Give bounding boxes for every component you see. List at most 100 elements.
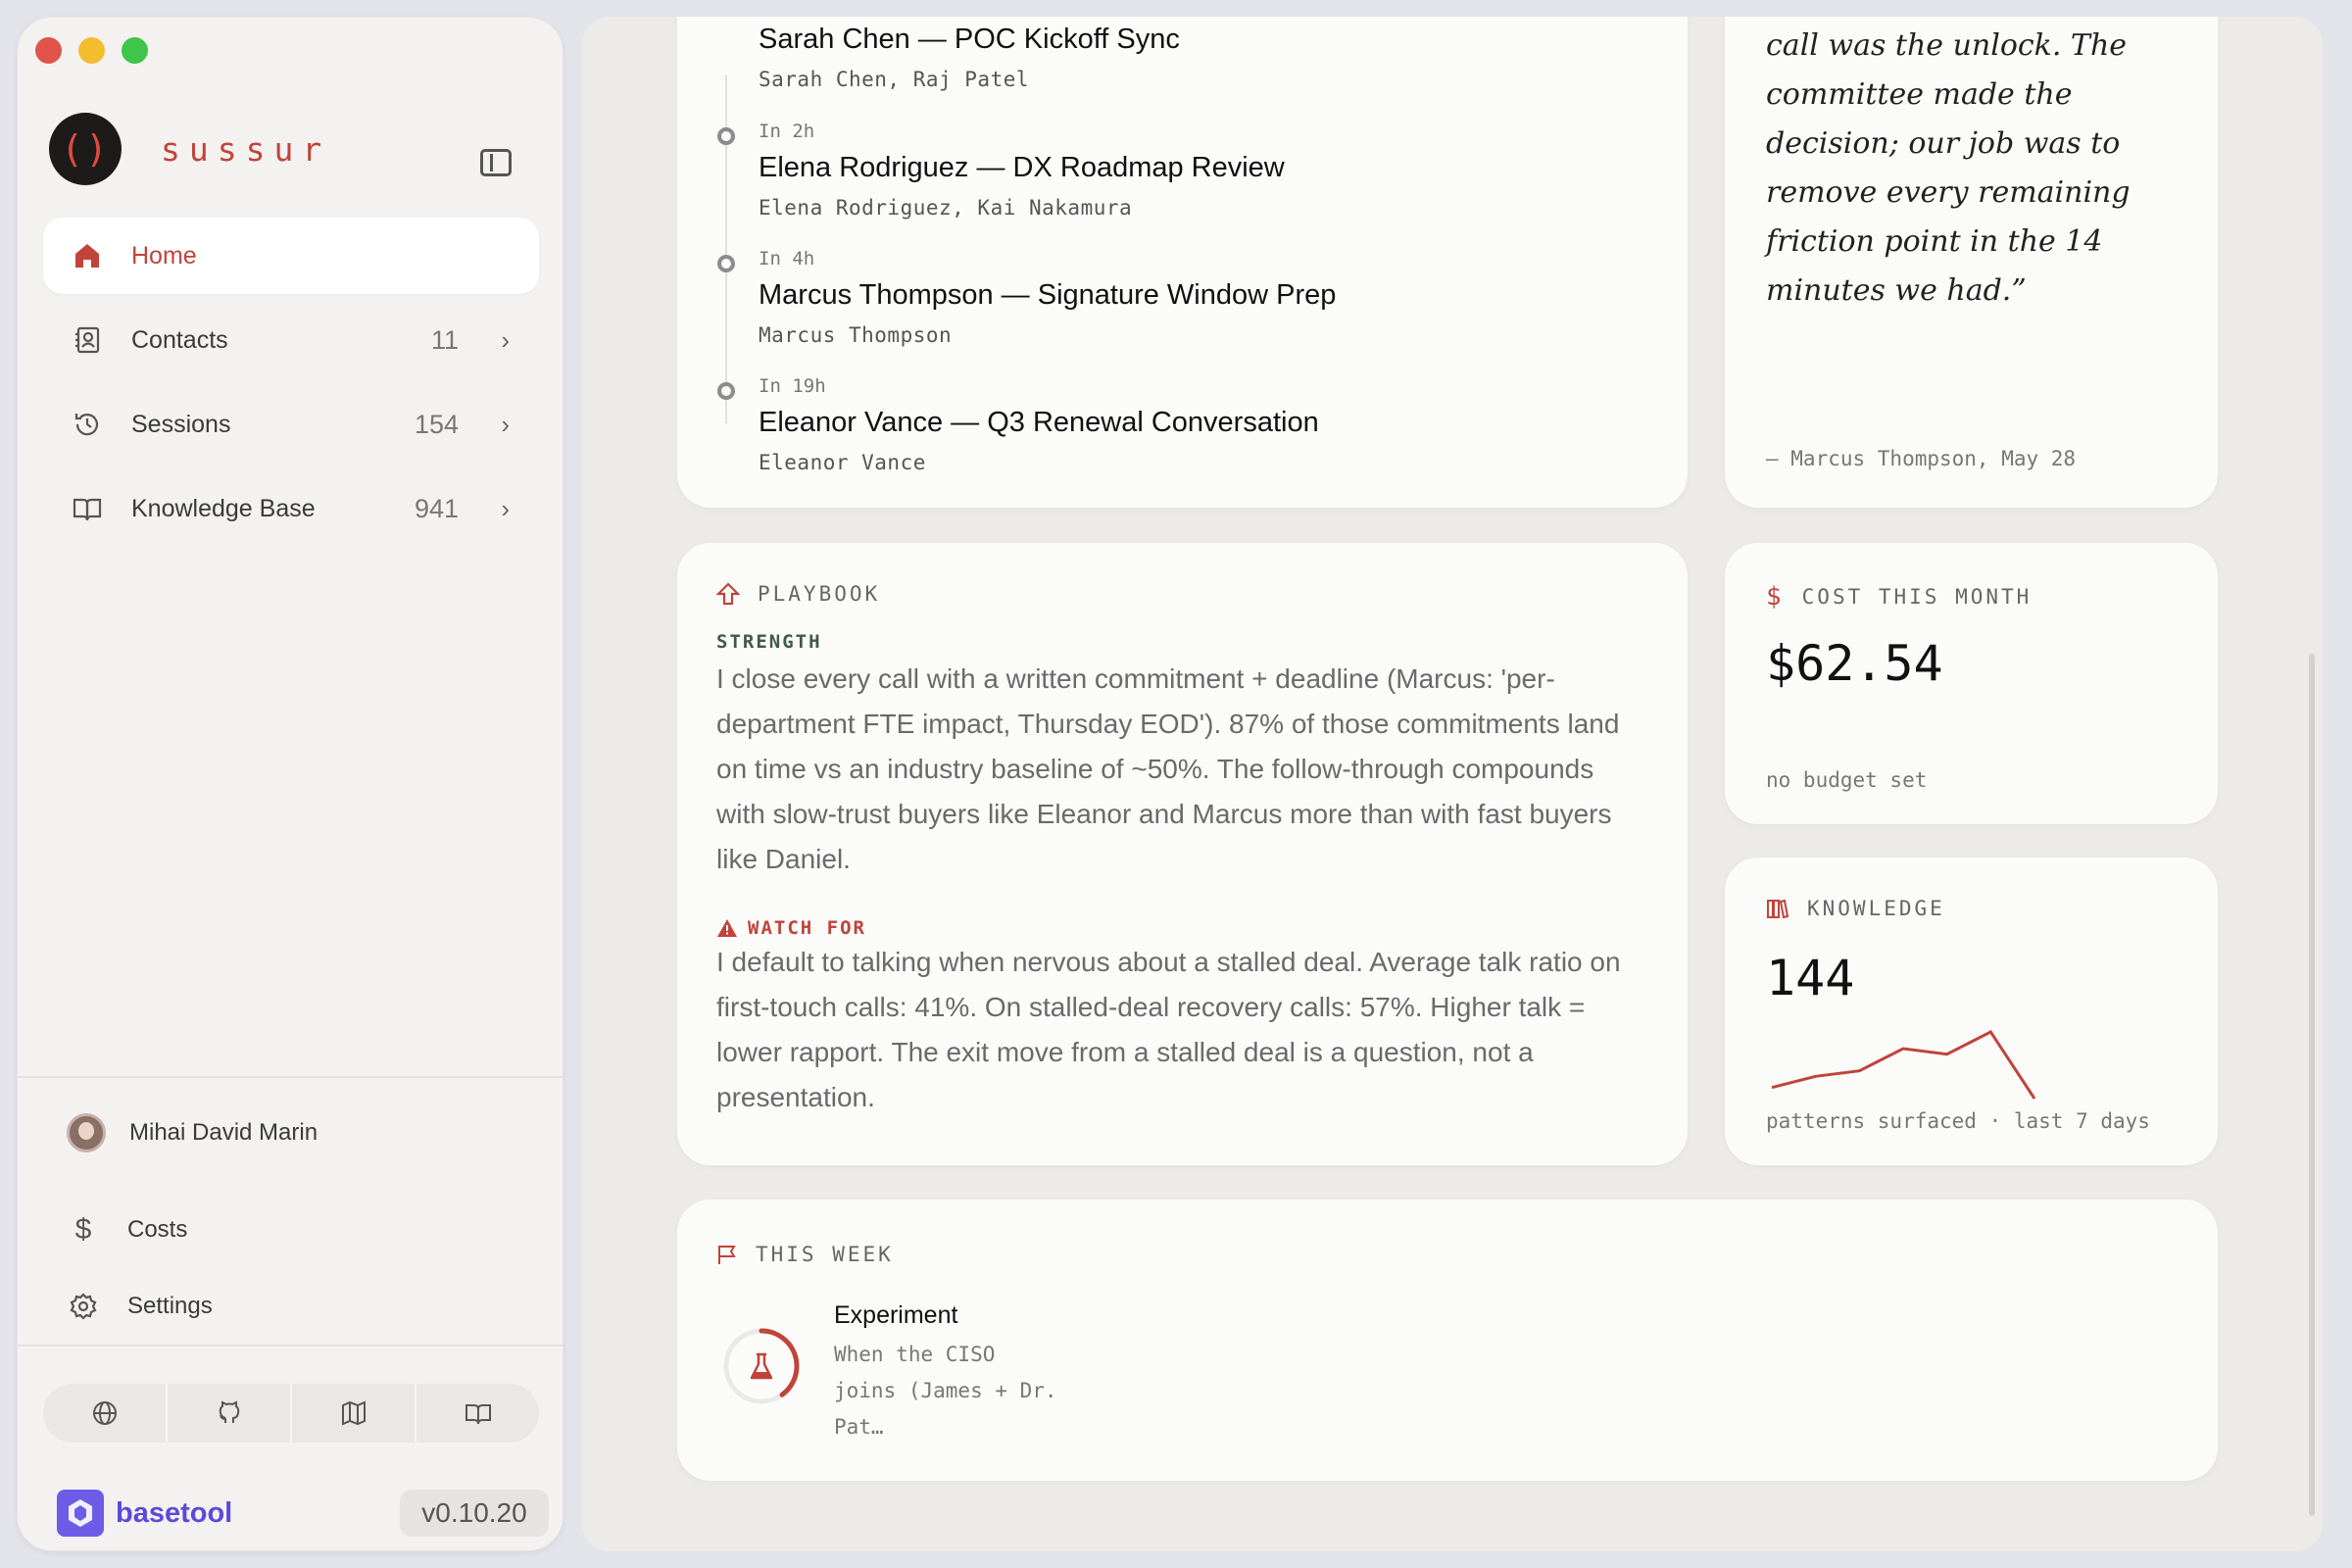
watch-for-text-label: WATCH FOR bbox=[748, 917, 866, 939]
nav-label: Sessions bbox=[131, 410, 231, 438]
session-item[interactable]: In 4h Marcus Thompson — Signature Window… bbox=[717, 248, 1337, 347]
window-controls bbox=[35, 37, 148, 64]
flask-icon bbox=[750, 1352, 773, 1380]
scrollbar[interactable] bbox=[2309, 654, 2315, 1516]
dollar-icon: $ bbox=[1766, 582, 1785, 612]
strength-label: STRENGTH bbox=[716, 631, 822, 653]
gear-icon bbox=[69, 1292, 98, 1321]
experiment-description[interactable]: When the CISO joins (James + Dr. Pat… bbox=[834, 1337, 1069, 1446]
knowledge-card[interactable]: KNOWLEDGE 144 patterns surfaced · last 7… bbox=[1725, 858, 2218, 1165]
basetool-logo bbox=[57, 1490, 104, 1537]
strength-text: I close every call with a written commit… bbox=[716, 663, 1620, 874]
session-time: In 2h bbox=[759, 121, 815, 142]
cost-card[interactable]: $ COST THIS MONTH $62.54 no budget set bbox=[1725, 543, 2218, 824]
basetool-brand[interactable]: basetool bbox=[57, 1490, 232, 1537]
session-people: Marcus Thompson bbox=[759, 323, 953, 347]
home-icon bbox=[73, 241, 102, 270]
book-open-icon[interactable] bbox=[416, 1384, 539, 1443]
nav-item-home[interactable]: Home bbox=[43, 218, 539, 294]
timeline-dot bbox=[717, 382, 735, 400]
brand[interactable]: () sussur bbox=[49, 113, 330, 185]
timeline-dot bbox=[717, 127, 735, 145]
minimize-window-button[interactable] bbox=[78, 37, 105, 64]
history-icon bbox=[73, 410, 102, 439]
sparkline-line bbox=[1771, 1030, 2036, 1100]
book-icon bbox=[73, 494, 102, 523]
session-item[interactable]: Sarah Chen — POC Kickoff Sync Sarah Chen… bbox=[759, 24, 1180, 91]
quote-card: call was the unlock. The committee made … bbox=[1725, 17, 2218, 508]
close-window-button[interactable] bbox=[35, 37, 62, 64]
chevron-right-icon: › bbox=[501, 493, 510, 523]
user-name: Mihai David Marin bbox=[129, 1119, 318, 1146]
experiment-progress-ring bbox=[723, 1328, 800, 1404]
session-title: Elena Rodriguez — DX Roadmap Review bbox=[759, 152, 1285, 183]
session-item[interactable]: In 2h Elena Rodriguez — DX Roadmap Revie… bbox=[717, 121, 1285, 220]
experiment-title: Experiment bbox=[834, 1301, 958, 1329]
card-label: PLAYBOOK bbox=[716, 582, 880, 606]
quote-attribution: — Marcus Thompson, May 28 bbox=[1766, 447, 2077, 470]
cost-value: $62.54 bbox=[1766, 635, 1943, 692]
knowledge-value: 144 bbox=[1766, 950, 1855, 1006]
warning-icon bbox=[716, 918, 738, 938]
upload-icon bbox=[716, 582, 740, 606]
basetool-name: basetool bbox=[116, 1496, 233, 1529]
watch-for-text: I default to talking when nervous about … bbox=[716, 947, 1621, 1112]
quote-text: call was the unlock. The committee made … bbox=[1766, 28, 2131, 308]
session-title: Marcus Thompson — Signature Window Prep bbox=[759, 279, 1337, 311]
nav-item-knowledge-base[interactable]: Knowledge Base 941 › bbox=[43, 470, 539, 547]
main-content: Sarah Chen — POC Kickoff Sync Sarah Chen… bbox=[582, 17, 2323, 1551]
card-label-text: THIS WEEK bbox=[756, 1243, 894, 1266]
nav-item-contacts[interactable]: Contacts 11 › bbox=[43, 302, 539, 378]
knowledge-caption: patterns surfaced · last 7 days bbox=[1766, 1109, 2150, 1133]
sidebar: () sussur Home Contacts 11 › Sessions 15… bbox=[17, 17, 564, 1551]
watch-for-label: WATCH FOR bbox=[716, 917, 866, 939]
card-label: $ COST THIS MONTH bbox=[1766, 582, 2032, 612]
brand-logo: () bbox=[49, 113, 122, 185]
avatar bbox=[67, 1113, 106, 1152]
session-people: Sarah Chen, Raj Patel bbox=[759, 68, 1030, 91]
contacts-icon bbox=[73, 325, 102, 355]
divider bbox=[18, 1076, 563, 1078]
nav-label: Knowledge Base bbox=[131, 494, 316, 522]
nav-item-sessions[interactable]: Sessions 154 › bbox=[43, 386, 539, 463]
map-icon[interactable] bbox=[292, 1384, 416, 1443]
chevron-right-icon: › bbox=[501, 409, 510, 439]
timeline-dot bbox=[717, 255, 735, 272]
dollar-icon: $ bbox=[74, 1213, 92, 1246]
playbook-card: PLAYBOOK STRENGTH I close every call wit… bbox=[677, 543, 1688, 1165]
session-item[interactable]: In 19h Eleanor Vance — Q3 Renewal Conver… bbox=[717, 375, 1319, 474]
card-label-text: KNOWLEDGE bbox=[1807, 897, 1945, 920]
session-time: In 4h bbox=[759, 248, 815, 270]
flag-icon bbox=[716, 1244, 738, 1265]
session-people: Eleanor Vance bbox=[759, 451, 926, 474]
divider bbox=[18, 1345, 563, 1347]
card-label-text: COST THIS MONTH bbox=[1801, 585, 2033, 609]
card-label: KNOWLEDGE bbox=[1766, 897, 1945, 920]
nav-item-costs[interactable]: $ Costs bbox=[69, 1213, 188, 1247]
session-title: Sarah Chen — POC Kickoff Sync bbox=[759, 24, 1180, 55]
version-badge: v0.10.20 bbox=[400, 1490, 549, 1537]
library-icon bbox=[1766, 897, 1789, 920]
card-label-text: PLAYBOOK bbox=[758, 582, 881, 606]
nav-label: Costs bbox=[127, 1216, 188, 1243]
globe-icon[interactable] bbox=[43, 1384, 168, 1443]
card-label: THIS WEEK bbox=[716, 1243, 894, 1266]
chevron-right-icon: › bbox=[501, 324, 510, 355]
nav-count: 941 bbox=[414, 493, 459, 523]
nav-count: 154 bbox=[414, 409, 459, 439]
session-people: Elena Rodriguez, Kai Nakamura bbox=[759, 196, 1133, 220]
link-bar bbox=[43, 1384, 539, 1443]
nav-item-settings[interactable]: Settings bbox=[69, 1292, 213, 1321]
sidebar-toggle-icon[interactable] bbox=[480, 149, 512, 176]
session-time: In 19h bbox=[759, 375, 826, 397]
nav-count: 11 bbox=[430, 324, 459, 355]
budget-note: no budget set bbox=[1766, 768, 1928, 792]
session-title: Eleanor Vance — Q3 Renewal Conversation bbox=[759, 407, 1319, 438]
knowledge-sparkline bbox=[1771, 1030, 2036, 1100]
nav-label: Settings bbox=[127, 1293, 213, 1319]
maximize-window-button[interactable] bbox=[122, 37, 148, 64]
upcoming-sessions-card: Sarah Chen — POC Kickoff Sync Sarah Chen… bbox=[677, 17, 1688, 508]
main-nav: Home Contacts 11 › Sessions 154 › Knowle… bbox=[43, 218, 539, 555]
github-icon[interactable] bbox=[168, 1384, 292, 1443]
user-profile[interactable]: Mihai David Marin bbox=[67, 1113, 318, 1152]
